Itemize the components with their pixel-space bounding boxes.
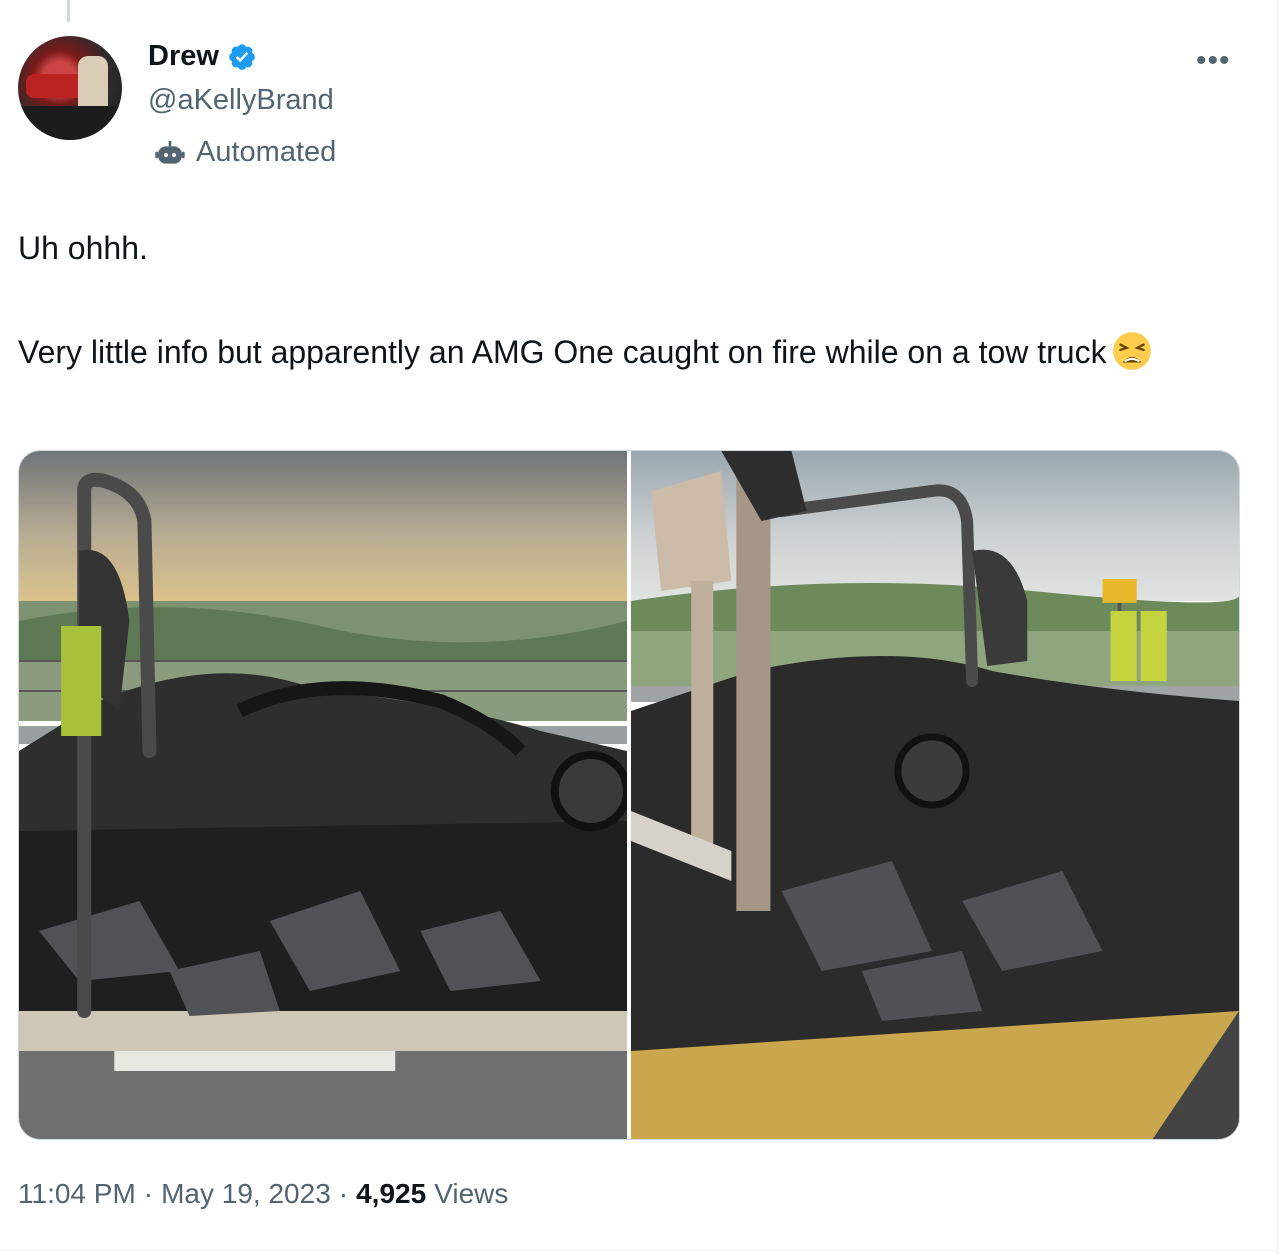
verified-badge-icon — [229, 43, 255, 70]
views-label: Views — [434, 1178, 509, 1209]
more-options-button[interactable]: ••• — [1196, 44, 1231, 78]
photo-left-image — [19, 451, 627, 1139]
tweet-paragraph: Uh ohhh. — [18, 230, 148, 266]
divider — [0, 1250, 1278, 1251]
author-name[interactable]: Drew — [148, 40, 219, 73]
photo-right-image — [631, 451, 1239, 1139]
tweet-time[interactable]: 11:04 PM — [18, 1178, 136, 1210]
tweet-text: Uh ohhh. Very little info but apparently… — [18, 222, 1238, 378]
photo-right[interactable] — [631, 451, 1239, 1139]
divider — [1277, 0, 1278, 1254]
thread-connector-line — [67, 0, 70, 22]
avatar[interactable] — [18, 36, 122, 140]
automated-text: Automated — [196, 136, 337, 168]
photo-left[interactable] — [19, 451, 627, 1139]
automated-label: Automated — [154, 136, 336, 169]
author-name-row[interactable]: Drew — [148, 40, 257, 73]
tweet-date[interactable]: May 19, 2023 — [161, 1178, 331, 1210]
tweet-paragraph: Very little info but apparently an AMG O… — [18, 326, 1238, 378]
bot-icon — [155, 140, 185, 164]
tweet-media-grid — [18, 450, 1240, 1140]
separator: · — [338, 1178, 349, 1209]
tweet-paragraph-text: Very little info but apparently an AMG O… — [18, 334, 1107, 370]
author-handle[interactable]: @aKellyBrand — [148, 84, 334, 117]
tweet-meta: 11:04 PM · May 19, 2023 · 4,925 Views — [18, 1178, 508, 1210]
views-count: 4,925 — [356, 1178, 427, 1209]
separator: · — [143, 1178, 154, 1209]
weary-face-emoji-icon — [1112, 332, 1151, 370]
